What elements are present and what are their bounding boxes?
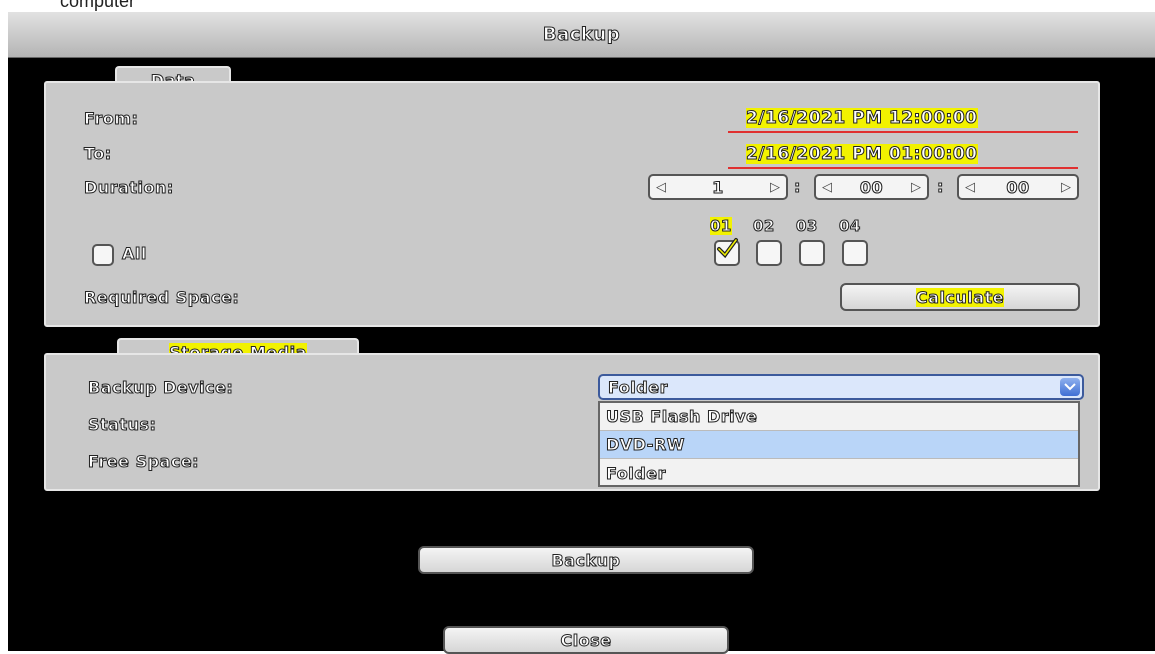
channel-label-04: 04 [839, 217, 861, 236]
increment-arrow-icon[interactable]: ▷ [768, 180, 782, 195]
device-option-folder[interactable]: Folder [600, 459, 1078, 487]
title-bar: Backup [8, 12, 1155, 58]
duration-label: Duration: [84, 178, 174, 198]
channel-label-02: 02 [753, 217, 775, 236]
duration-hours-spinner[interactable]: ◁ 1 ▷ [648, 174, 788, 200]
duration-seconds-value: 00 [1006, 177, 1030, 197]
duration-seconds-spinner[interactable]: ◁ 00 ▷ [957, 174, 1079, 200]
to-underline [728, 167, 1078, 169]
close-button-label: Close [560, 630, 612, 650]
channel-checkbox-02[interactable] [756, 240, 782, 266]
all-checkbox[interactable] [92, 244, 114, 266]
device-option-dvd-rw[interactable]: DVD-RW [600, 431, 1078, 459]
device-option-label: Folder [606, 463, 666, 483]
from-label: From: [83, 109, 139, 129]
decrement-arrow-icon[interactable]: ◁ [654, 180, 668, 195]
status-label: Status: [87, 415, 157, 435]
chevron-down-icon [1064, 383, 1076, 391]
dropdown-button[interactable] [1060, 378, 1080, 396]
decrement-arrow-icon[interactable]: ◁ [820, 180, 834, 195]
top-caption: computer [60, 0, 136, 11]
backup-device-listbox: USB Flash Drive DVD-RW Folder [598, 401, 1080, 487]
to-label: To: [84, 144, 112, 164]
duration-separator: : [937, 177, 944, 197]
backup-button[interactable]: Backup [418, 546, 754, 574]
increment-arrow-icon[interactable]: ▷ [1059, 180, 1073, 195]
device-option-label: USB Flash Drive [605, 407, 758, 427]
all-label: All [122, 244, 147, 264]
close-button[interactable]: Close [443, 626, 729, 654]
duration-minutes-spinner[interactable]: ◁ 00 ▷ [814, 174, 929, 200]
free-space-label: Free Space: [87, 452, 200, 472]
calculate-button-label: Calculate [915, 287, 1005, 307]
backup-device-selected: Folder [608, 377, 668, 397]
check-icon [717, 238, 738, 259]
channel-label-03: 03 [796, 217, 818, 236]
from-datetime[interactable]: 2/16/2021 PM 12:00:00 [746, 108, 978, 129]
backup-device-label: Backup Device: [87, 378, 234, 398]
backup-device-select[interactable]: Folder [598, 374, 1084, 400]
to-datetime[interactable]: 2/16/2021 PM 01:00:00 [746, 144, 978, 165]
data-panel: From: To: Duration: 2/16/2021 PM 12:00:0… [44, 81, 1100, 327]
channel-label-01: 01 [710, 217, 732, 236]
backup-button-label: Backup [551, 550, 621, 570]
duration-minutes-value: 00 [859, 177, 884, 197]
channel-checkbox-03[interactable] [799, 240, 825, 266]
calculate-button[interactable]: Calculate [840, 283, 1080, 311]
duration-separator: : [794, 177, 801, 197]
from-underline [728, 131, 1078, 133]
duration-hours-value: 1 [712, 177, 724, 197]
decrement-arrow-icon[interactable]: ◁ [963, 180, 977, 195]
increment-arrow-icon[interactable]: ▷ [909, 180, 923, 195]
backup-window: Backup Data From: To: Duration: 2/16/202… [8, 12, 1155, 654]
window-title: Backup [542, 24, 621, 46]
device-option-label: DVD-RW [606, 435, 685, 455]
required-space-label: Required Space: [83, 288, 240, 308]
device-option-usb[interactable]: USB Flash Drive [600, 403, 1078, 431]
channel-checkbox-04[interactable] [842, 240, 868, 266]
channel-checkbox-01[interactable] [714, 238, 740, 266]
